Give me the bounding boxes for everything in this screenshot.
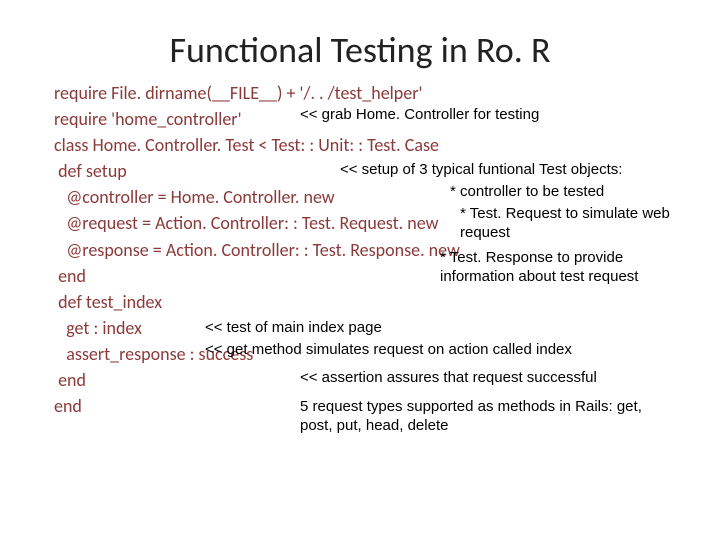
annotation-grab: << grab Home. Controller for testing bbox=[300, 106, 539, 125]
page-title: Functional Testing in Ro. R bbox=[0, 0, 720, 80]
content-area: require File. dirname(__FILE__) + '/. . … bbox=[0, 80, 720, 419]
code-line-1: require File. dirname(__FILE__) + '/. . … bbox=[54, 80, 700, 106]
annotation-setup: << setup of 3 typical funtional Test obj… bbox=[340, 161, 680, 180]
annotation-testmain: << test of main index page bbox=[205, 319, 382, 338]
annotation-assert: << assertion assures that request succes… bbox=[300, 369, 597, 388]
annotation-getmethod: << get method simulates request on actio… bbox=[205, 341, 572, 360]
annotation-request: * Test. Request to simulate web request bbox=[460, 205, 680, 243]
annotation-fivereq: 5 request types supported as methods in … bbox=[300, 398, 660, 436]
annotation-response: * Test. Response to provide information … bbox=[440, 249, 700, 287]
code-line-3: class Home. Controller. Test < Test: : U… bbox=[54, 132, 700, 158]
annotation-controller: * controller to be tested bbox=[450, 183, 604, 202]
code-line-9: def test_index bbox=[54, 289, 700, 315]
